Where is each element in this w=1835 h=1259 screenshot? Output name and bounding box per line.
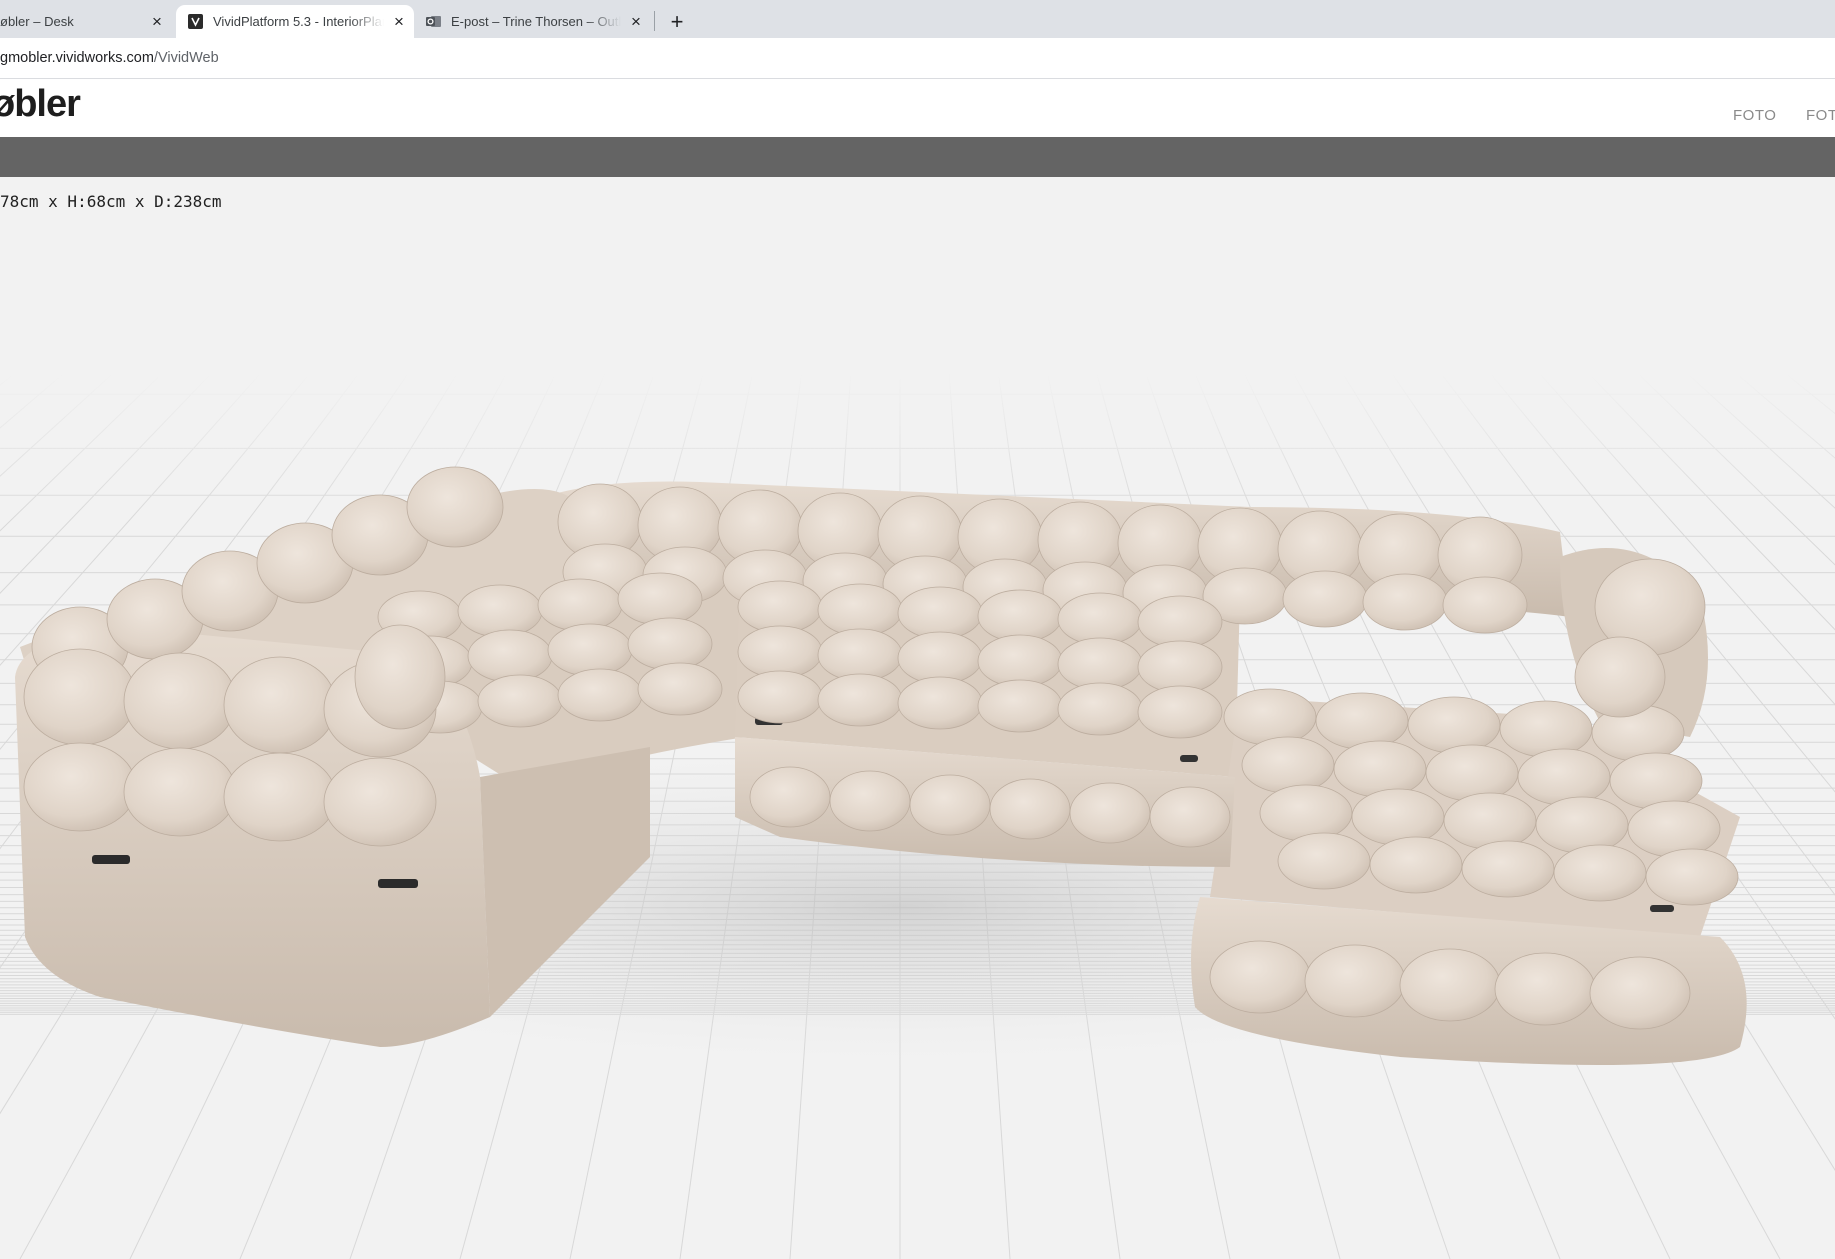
tab-separator (654, 11, 655, 31)
url-text[interactable]: gmobler.vividworks.com/VividWeb (0, 50, 219, 66)
site-logo[interactable]: øbler (0, 83, 81, 126)
tab-title: E-post – Trine Thorsen – Outlook (451, 14, 621, 29)
close-icon[interactable]: × (148, 12, 166, 31)
sofa-dimensions: 78cm x H:68cm x D:238cm (0, 192, 222, 211)
tab-vividplatform[interactable]: VividPlatform 5.3 - InteriorPlanner × (176, 5, 414, 38)
tab-desk[interactable]: øbler – Desk × (0, 5, 172, 38)
url-host: gmobler.vividworks.com (0, 50, 154, 66)
outlook-icon (426, 14, 441, 29)
url-path: /VividWeb (153, 50, 219, 66)
close-icon[interactable]: × (390, 12, 408, 31)
nav-foto[interactable]: FOTO (1733, 107, 1776, 124)
site-toolbar-bar (0, 137, 1835, 177)
tab-title: øbler – Desk (0, 14, 74, 29)
new-tab-button[interactable]: + (663, 8, 691, 36)
tab-outlook[interactable]: E-post – Trine Thorsen – Outlook × (418, 5, 651, 38)
tab-title: VividPlatform 5.3 - InteriorPlanner (213, 14, 384, 29)
nav-foto-2[interactable]: FOTO (1806, 107, 1835, 124)
scene-canvas[interactable] (0, 177, 1835, 1259)
browser-tab-strip: øbler – Desk × VividPlatform 5.3 - Inter… (0, 0, 1835, 38)
address-bar[interactable]: gmobler.vividworks.com/VividWeb (0, 38, 1835, 79)
site-header: øbler FOTO FOTO (0, 79, 1835, 137)
vividworks-icon (188, 14, 203, 29)
close-icon[interactable]: × (627, 12, 645, 31)
3d-viewport[interactable]: 78cm x H:68cm x D:238cm (0, 177, 1835, 1259)
